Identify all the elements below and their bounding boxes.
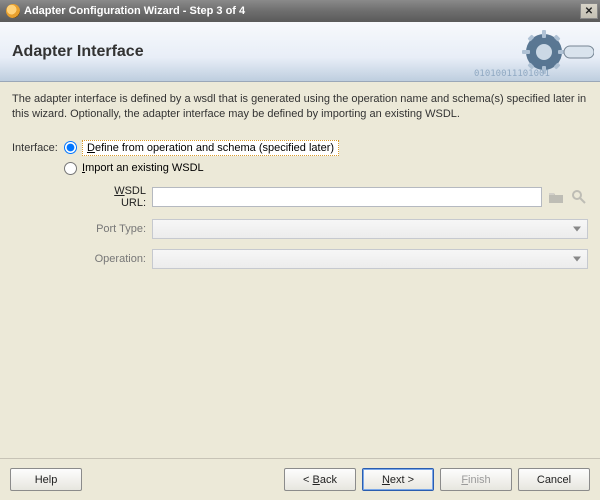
port-type-label: Port Type: [90, 223, 152, 235]
radio-define[interactable] [64, 141, 77, 154]
banner-decoration: 01010011101001 [474, 26, 594, 78]
help-button[interactable]: Help [10, 468, 82, 491]
wsdl-url-label: WSDL URL: [90, 185, 152, 209]
operation-row: Operation: [90, 249, 588, 269]
wizard-content: The adapter interface is defined by a ws… [0, 82, 600, 289]
radio-define-label[interactable]: Define from operation and schema (specif… [82, 140, 339, 156]
radio-import[interactable] [64, 162, 77, 175]
close-button[interactable]: ✕ [580, 3, 598, 19]
interface-radio-define-row: Interface: Define from operation and sch… [12, 140, 588, 156]
back-button[interactable]: < Back [284, 468, 356, 491]
cancel-button[interactable]: Cancel [518, 468, 590, 491]
find-wsdl-icon[interactable] [570, 188, 588, 206]
page-title: Adapter Interface [12, 43, 144, 61]
svg-text:01010011101001: 01010011101001 [474, 69, 550, 78]
radio-import-label[interactable]: Import an existing WSDL [82, 162, 204, 174]
description-text: The adapter interface is defined by a ws… [12, 92, 588, 122]
port-type-row: Port Type: [90, 219, 588, 239]
finish-button: Finish [440, 468, 512, 491]
window-title: Adapter Configuration Wizard - Step 3 of… [24, 5, 578, 17]
operation-label: Operation: [90, 253, 152, 265]
port-type-combo[interactable] [152, 219, 588, 239]
wizard-footer: Help < Back Next > Finish Cancel [0, 458, 600, 500]
operation-combo[interactable] [152, 249, 588, 269]
wsdl-url-row: WSDL URL: [90, 185, 588, 209]
app-icon [6, 4, 20, 18]
browse-file-icon[interactable] [547, 188, 565, 206]
interface-radio-import-row: Import an existing WSDL [64, 162, 588, 175]
title-bar: Adapter Configuration Wizard - Step 3 of… [0, 0, 600, 22]
wsdl-url-input[interactable] [152, 187, 542, 207]
interface-label: Interface: [12, 142, 64, 154]
next-button[interactable]: Next > [362, 468, 434, 491]
wsdl-form-group: WSDL URL: Port Type: Operation: [90, 185, 588, 269]
wizard-banner: Adapter Interface 01010011101001 [0, 22, 600, 82]
